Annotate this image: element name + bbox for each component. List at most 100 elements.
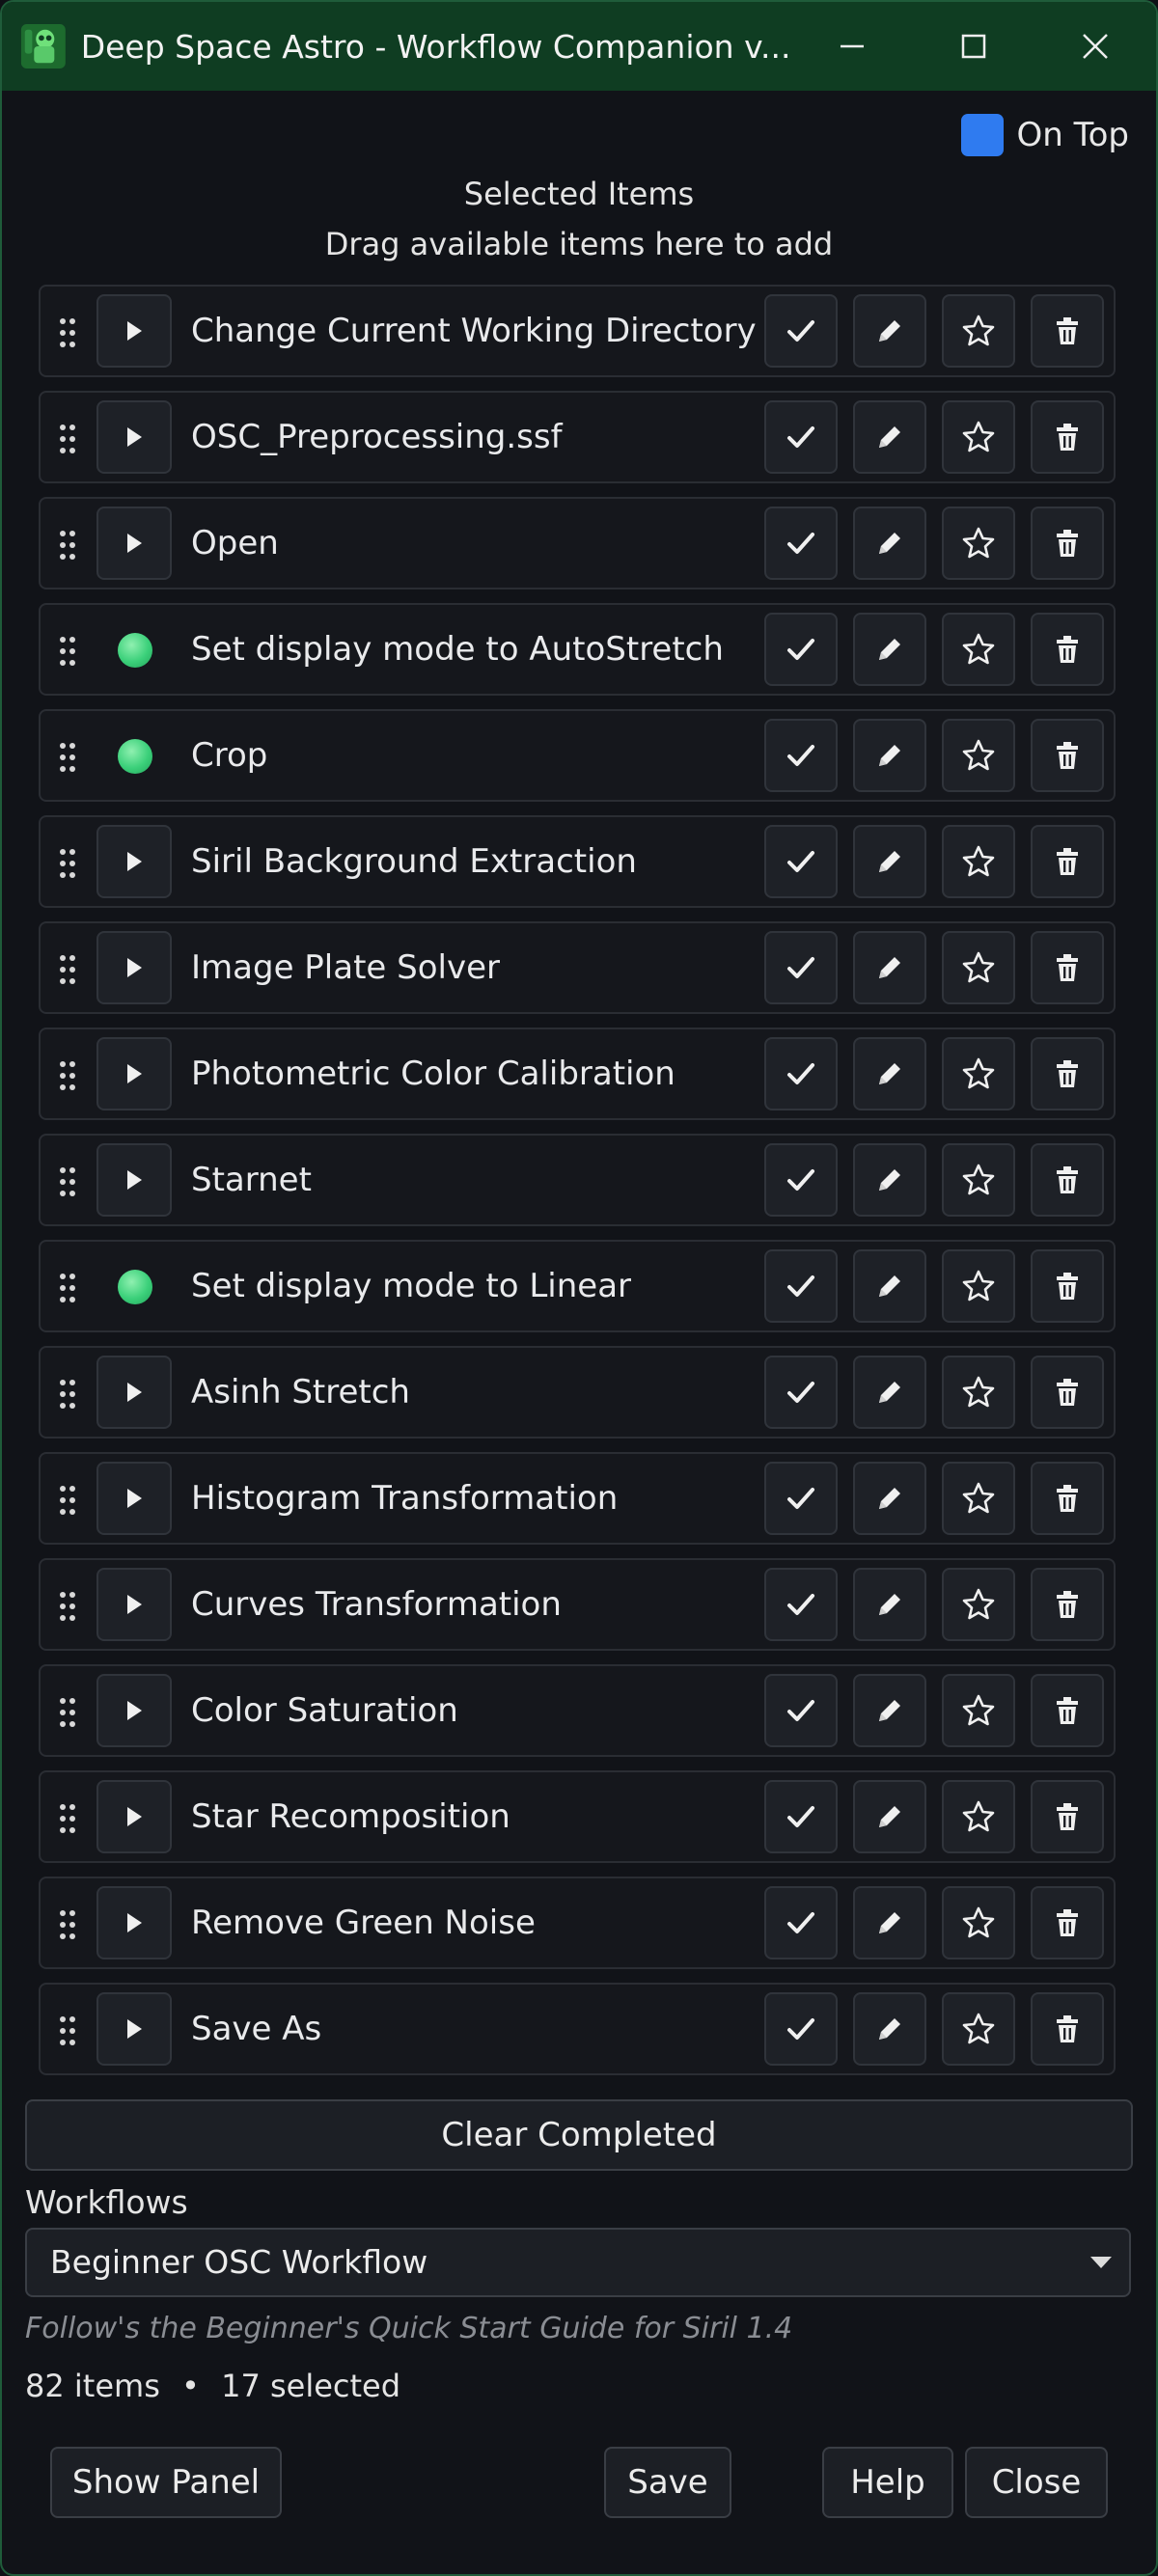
edit-button[interactable] <box>853 507 926 580</box>
list-item[interactable]: Crop <box>39 709 1116 802</box>
run-button[interactable] <box>96 825 172 898</box>
edit-button[interactable] <box>853 294 926 368</box>
list-item[interactable]: Starnet <box>39 1134 1116 1226</box>
edit-button[interactable] <box>853 1249 926 1323</box>
maximize-button[interactable] <box>913 2 1034 91</box>
delete-button[interactable] <box>1031 931 1104 1004</box>
favorite-button[interactable] <box>942 1674 1015 1747</box>
edit-button[interactable] <box>853 825 926 898</box>
drag-handle-icon[interactable] <box>58 1907 77 1942</box>
complete-button[interactable] <box>764 1568 838 1641</box>
delete-button[interactable] <box>1031 1992 1104 2066</box>
edit-button[interactable] <box>853 719 926 792</box>
drag-handle-icon[interactable] <box>58 1271 77 1305</box>
delete-button[interactable] <box>1031 1037 1104 1110</box>
edit-button[interactable] <box>853 1037 926 1110</box>
list-item[interactable]: Color Saturation <box>39 1664 1116 1757</box>
favorite-button[interactable] <box>942 1568 1015 1641</box>
drag-handle-icon[interactable] <box>58 952 77 987</box>
edit-button[interactable] <box>853 931 926 1004</box>
complete-button[interactable] <box>764 1249 838 1323</box>
drag-handle-icon[interactable] <box>58 1589 77 1624</box>
favorite-button[interactable] <box>942 1886 1015 1959</box>
complete-button[interactable] <box>764 294 838 368</box>
favorite-button[interactable] <box>942 719 1015 792</box>
run-button[interactable] <box>96 1992 172 2066</box>
list-item[interactable]: Save As <box>39 1983 1116 2075</box>
favorite-button[interactable] <box>942 931 1015 1004</box>
complete-button[interactable] <box>764 1886 838 1959</box>
edit-button[interactable] <box>853 1462 926 1535</box>
on-top-toggle[interactable]: On Top <box>960 114 1129 156</box>
favorite-button[interactable] <box>942 507 1015 580</box>
list-item[interactable]: Set display mode to AutoStretch <box>39 603 1116 696</box>
favorite-button[interactable] <box>942 400 1015 474</box>
complete-button[interactable] <box>764 825 838 898</box>
run-button[interactable] <box>96 1780 172 1853</box>
edit-button[interactable] <box>853 1674 926 1747</box>
run-button[interactable] <box>96 1462 172 1535</box>
list-item[interactable]: Photometric Color Calibration <box>39 1028 1116 1120</box>
list-item[interactable]: Open <box>39 497 1116 589</box>
delete-button[interactable] <box>1031 400 1104 474</box>
run-button[interactable] <box>96 1568 172 1641</box>
run-button[interactable] <box>96 931 172 1004</box>
drag-handle-icon[interactable] <box>58 528 77 562</box>
complete-button[interactable] <box>764 1037 838 1110</box>
on-top-checkbox[interactable] <box>960 114 1004 156</box>
run-button[interactable] <box>96 1143 172 1217</box>
favorite-button[interactable] <box>942 294 1015 368</box>
drag-handle-icon[interactable] <box>58 1483 77 1518</box>
delete-button[interactable] <box>1031 1143 1104 1217</box>
list-item[interactable]: Histogram Transformation <box>39 1452 1116 1545</box>
list-item[interactable]: Curves Transformation <box>39 1558 1116 1651</box>
drag-handle-icon[interactable] <box>58 315 77 350</box>
delete-button[interactable] <box>1031 294 1104 368</box>
drag-handle-icon[interactable] <box>58 1165 77 1199</box>
run-button[interactable] <box>96 1674 172 1747</box>
save-button[interactable]: Save <box>604 2447 731 2518</box>
run-button[interactable] <box>96 1356 172 1429</box>
list-item[interactable]: Image Plate Solver <box>39 921 1116 1014</box>
edit-button[interactable] <box>853 1992 926 2066</box>
delete-button[interactable] <box>1031 1780 1104 1853</box>
close-window-button[interactable] <box>1034 2 1156 91</box>
favorite-button[interactable] <box>942 1037 1015 1110</box>
run-button[interactable] <box>96 400 172 474</box>
delete-button[interactable] <box>1031 507 1104 580</box>
drag-handle-icon[interactable] <box>58 1801 77 1836</box>
delete-button[interactable] <box>1031 1462 1104 1535</box>
drag-handle-icon[interactable] <box>58 1058 77 1093</box>
drag-handle-icon[interactable] <box>58 740 77 775</box>
delete-button[interactable] <box>1031 1356 1104 1429</box>
complete-button[interactable] <box>764 507 838 580</box>
run-button[interactable] <box>96 1886 172 1959</box>
list-item[interactable]: Asinh Stretch <box>39 1346 1116 1439</box>
edit-button[interactable] <box>853 613 926 686</box>
drag-handle-icon[interactable] <box>58 2014 77 2048</box>
favorite-button[interactable] <box>942 1462 1015 1535</box>
list-item[interactable]: OSC_Preprocessing.ssf <box>39 391 1116 483</box>
complete-button[interactable] <box>764 1780 838 1853</box>
list-item[interactable]: Remove Green Noise <box>39 1877 1116 1969</box>
complete-button[interactable] <box>764 613 838 686</box>
edit-button[interactable] <box>853 1143 926 1217</box>
favorite-button[interactable] <box>942 1356 1015 1429</box>
favorite-button[interactable] <box>942 1780 1015 1853</box>
drag-handle-icon[interactable] <box>58 422 77 456</box>
favorite-button[interactable] <box>942 825 1015 898</box>
run-button[interactable] <box>96 294 172 368</box>
favorite-button[interactable] <box>942 1143 1015 1217</box>
delete-button[interactable] <box>1031 1249 1104 1323</box>
edit-button[interactable] <box>853 1356 926 1429</box>
favorite-button[interactable] <box>942 1992 1015 2066</box>
list-item[interactable]: Siril Background Extraction <box>39 815 1116 908</box>
complete-button[interactable] <box>764 1143 838 1217</box>
list-item[interactable]: Set display mode to Linear <box>39 1240 1116 1332</box>
delete-button[interactable] <box>1031 1674 1104 1747</box>
edit-button[interactable] <box>853 1780 926 1853</box>
minimize-button[interactable] <box>791 2 913 91</box>
workflow-select[interactable]: Beginner OSC Workflow <box>25 2228 1131 2297</box>
run-button[interactable] <box>96 1037 172 1110</box>
drag-handle-icon[interactable] <box>58 1695 77 1730</box>
